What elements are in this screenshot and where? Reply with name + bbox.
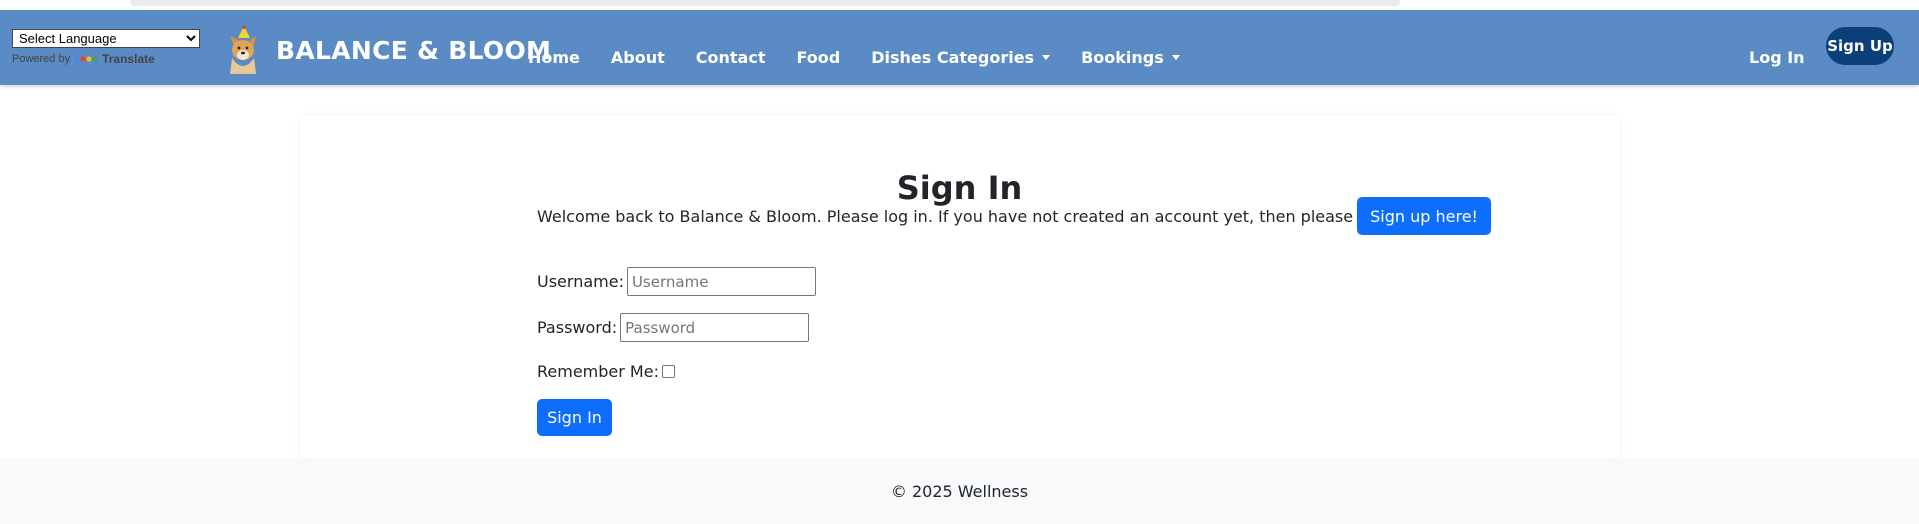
- nav-item-label: Home: [528, 48, 580, 67]
- powered-by-line: Powered by Translate: [12, 52, 200, 66]
- password-input[interactable]: [620, 313, 810, 342]
- footer-text: © 2025 Wellness: [890, 481, 1029, 501]
- caret-down-icon: [1042, 55, 1051, 60]
- sign-in-button[interactable]: Sign In: [537, 399, 612, 436]
- username-input[interactable]: [626, 267, 816, 296]
- intro-text: Welcome back to Balance & Bloom. Please …: [537, 206, 1354, 226]
- translate-link[interactable]: Translate: [102, 52, 155, 66]
- username-label: Username:: [537, 272, 624, 291]
- remember-checkbox[interactable]: [661, 365, 675, 378]
- brand-name: BALANCE & BLOOM: [276, 35, 552, 65]
- nav-item-home[interactable]: Home: [528, 48, 580, 67]
- remember-row: Remember Me:: [537, 362, 675, 381]
- sign-in-card: [300, 116, 1620, 458]
- nav-item-label: About: [610, 48, 665, 67]
- footer: © 2025 Wellness: [0, 458, 1919, 524]
- login-link[interactable]: Log In: [1749, 20, 1805, 95]
- google-logo-icon: [74, 56, 98, 62]
- nav-item-dishes-categories[interactable]: Dishes Categories: [871, 48, 1051, 67]
- language-select[interactable]: Select Language: [12, 29, 200, 48]
- google-translate-widget: Select Language Powered by Translate: [12, 29, 200, 66]
- nav-item-food[interactable]: Food: [796, 48, 840, 67]
- remember-label: Remember Me:: [537, 362, 659, 381]
- password-row: Password:: [537, 313, 810, 342]
- caret-down-icon: [1171, 55, 1180, 60]
- password-label: Password:: [537, 318, 618, 337]
- nav-item-label: Food: [796, 48, 841, 67]
- intro-line: Welcome back to Balance & Bloom. Please …: [537, 197, 1491, 235]
- nav-item-bookings[interactable]: Bookings: [1081, 48, 1180, 67]
- dog-with-party-hat-icon: [230, 26, 256, 74]
- main-nav: Home About Contact Food Dishes Categorie…: [528, 20, 1211, 95]
- username-row: Username:: [537, 267, 816, 296]
- nav-item-about[interactable]: About: [611, 48, 665, 67]
- signup-here-button[interactable]: Sign up here!: [1357, 197, 1491, 235]
- nav-item-label: Dishes Categories: [871, 48, 1035, 67]
- top-bar-edge: [130, 0, 1400, 6]
- nav-item-contact[interactable]: Contact: [696, 48, 766, 67]
- nav-item-label: Bookings: [1081, 48, 1164, 67]
- brand[interactable]: BALANCE & BLOOM: [222, 25, 551, 75]
- browser-top-strip: [0, 0, 1919, 10]
- powered-by-label: Powered by: [12, 53, 71, 65]
- nav-item-label: Contact: [695, 48, 766, 67]
- navbar: Select Language Powered by Translate BAL…: [0, 10, 1919, 85]
- signup-button[interactable]: Sign Up: [1826, 27, 1894, 65]
